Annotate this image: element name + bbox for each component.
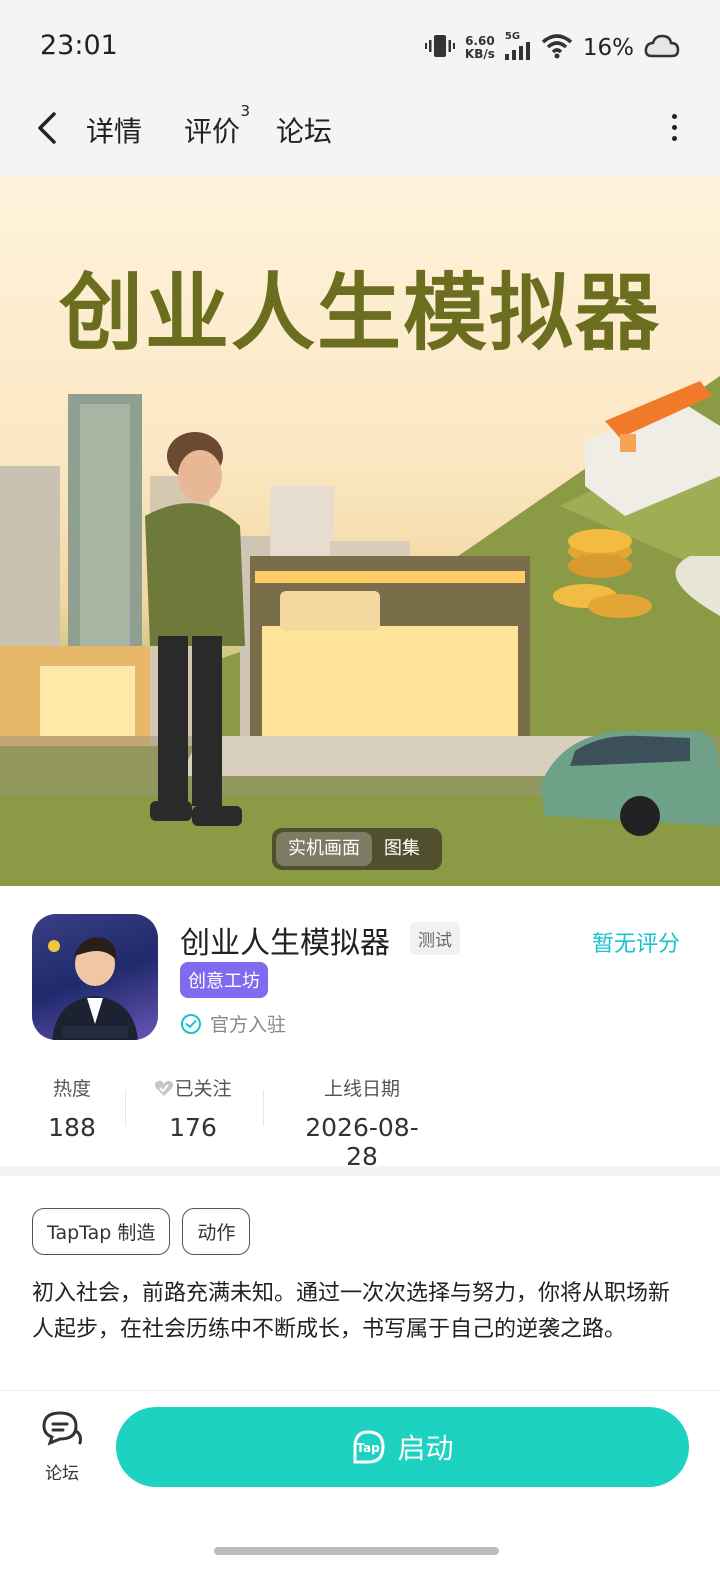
home-indicator[interactable] xyxy=(214,1547,499,1555)
nav-bar: 详情 评价 3 论坛 xyxy=(0,96,720,176)
game-description: 初入社会，前路充满未知。通过一次次选择与努力，你将从职场新人起步，在社会历练中不… xyxy=(32,1281,671,1342)
gallery-tab-gameplay[interactable]: 实机画面 xyxy=(276,832,372,866)
more-dot-icon xyxy=(671,114,677,119)
stat-divider xyxy=(125,1090,126,1126)
app-name: 创业人生模拟器 xyxy=(180,926,390,961)
tab-reviews-count: 3 xyxy=(240,102,251,120)
net-speed-unit: KB/s xyxy=(464,47,495,61)
section-divider xyxy=(0,1166,720,1176)
tag-taptap-made[interactable]: TapTap 制造 xyxy=(32,1208,171,1255)
cloud-icon xyxy=(644,32,680,64)
studio-badge[interactable]: 创意工坊 xyxy=(180,962,268,998)
official-label: 官方入驻 xyxy=(210,1014,287,1036)
more-dot-icon xyxy=(671,136,677,141)
cellular-signal: 5G xyxy=(504,31,531,64)
forum-button[interactable]: 论坛 xyxy=(38,1409,86,1484)
stat-followers-value: 176 xyxy=(169,1113,217,1142)
wifi-icon xyxy=(541,33,573,63)
stat-divider xyxy=(263,1090,264,1126)
game-banner[interactable]: 创业人生模拟器 实机画面 图集 xyxy=(0,176,720,886)
network-type: 5G xyxy=(504,31,521,42)
launch-label: 启动 xyxy=(397,1432,454,1465)
stat-followers-text: 已关注 xyxy=(174,1078,232,1100)
taptap-logo-text: Tap xyxy=(357,1441,381,1455)
stat-popularity-label: 热度 xyxy=(52,1078,91,1100)
launch-button[interactable]: Tap 启动 xyxy=(116,1407,689,1487)
stat-followers-label: 已关注 xyxy=(148,1074,238,1101)
rating-status[interactable]: 暂无评分 xyxy=(592,926,680,958)
verified-check-icon xyxy=(181,1013,201,1034)
app-icon-portrait xyxy=(48,937,138,1040)
tab-reviews[interactable]: 评价 3 xyxy=(184,102,250,150)
official-verified: 官方入驻 xyxy=(180,1010,286,1037)
status-time: 23:01 xyxy=(40,30,118,61)
more-dot-icon xyxy=(671,125,677,130)
tag-list: TapTap 制造 动作 xyxy=(32,1208,251,1255)
status-bar: 23:01 6.60 KB/s 5G 16% xyxy=(0,0,720,96)
tab-details-label: 详情 xyxy=(86,115,143,148)
stat-popularity: 热度 188 xyxy=(44,1074,100,1142)
tab-forum-label: 论坛 xyxy=(276,115,333,148)
chat-bubble-icon xyxy=(42,1411,82,1446)
tab-reviews-label: 评价 xyxy=(184,115,241,148)
signal-bars-icon xyxy=(504,42,531,64)
gallery-switch: 实机画面 图集 xyxy=(272,828,442,870)
battery-percent: 16% xyxy=(582,35,634,61)
bottom-action-bar: 论坛 Tap 启动 xyxy=(0,1390,720,1585)
net-speed: 6.60 KB/s xyxy=(465,35,495,61)
test-badge: 测试 xyxy=(410,922,460,955)
tab-details[interactable]: 详情 xyxy=(82,110,147,150)
vibrate-icon xyxy=(424,32,455,64)
taptap-logo-icon: Tap xyxy=(353,1430,385,1464)
heart-icon xyxy=(155,1080,174,1096)
stat-release-date-label: 上线日期 xyxy=(323,1078,400,1100)
app-info-section: 创业人生模拟器 测试 暂无评分 创意工坊 官方入驻 热度 188 已关注 176… xyxy=(0,886,720,1171)
app-icon xyxy=(32,914,158,1040)
stat-release-date-value: 2026-08-28 xyxy=(305,1113,419,1171)
banner-title: 创业人生模拟器 xyxy=(58,264,661,362)
more-options-button[interactable] xyxy=(668,114,680,144)
forum-label: 论坛 xyxy=(45,1464,79,1484)
back-button[interactable] xyxy=(30,110,66,146)
status-icons: 6.60 KB/s 5G 16% xyxy=(424,30,680,66)
tab-forum[interactable]: 论坛 xyxy=(276,110,332,150)
back-arrow-icon xyxy=(38,112,56,144)
stat-followers[interactable]: 已关注 176 xyxy=(148,1074,238,1142)
stat-popularity-value: 188 xyxy=(48,1113,96,1142)
gallery-tab-album[interactable]: 图集 xyxy=(372,832,432,866)
stat-release-date: 上线日期 2026-08-28 xyxy=(292,1074,432,1171)
tag-action[interactable]: 动作 xyxy=(182,1208,251,1255)
